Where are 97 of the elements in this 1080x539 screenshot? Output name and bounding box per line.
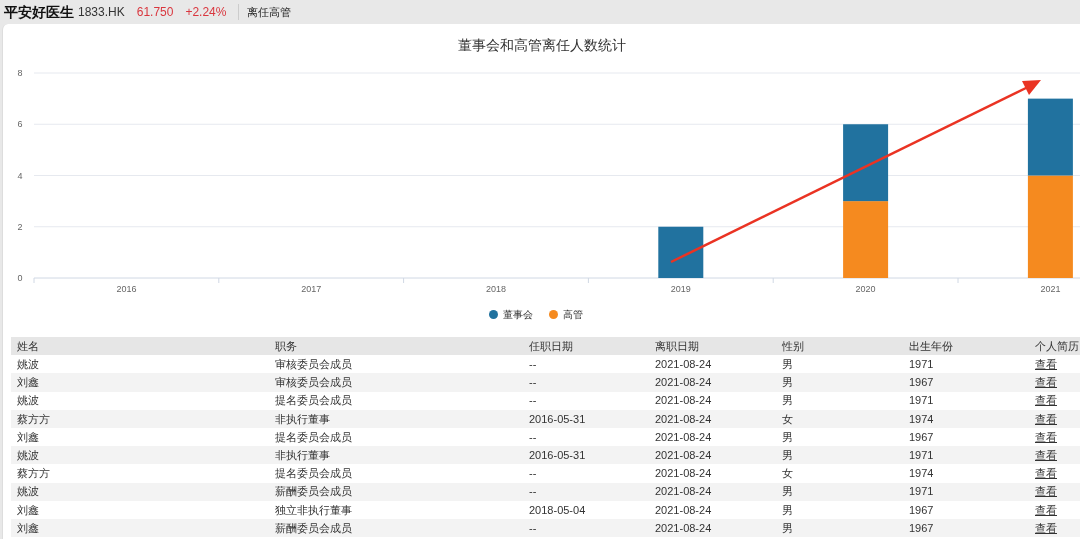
table-cell-text: -- [529, 466, 538, 482]
table-cell-text: 蔡方方 [17, 411, 51, 427]
table-cell-text: -- [529, 429, 538, 445]
column-header: 任职日期 [529, 338, 574, 354]
table-cell-text: 薪酬委员会成员 [275, 520, 353, 536]
table-cell-text: 2021-08-24 [655, 447, 713, 463]
table-cell-text: 审核委员会成员 [275, 375, 353, 391]
table-cell-text: 提名委员会成员 [275, 429, 353, 445]
table-cell-text: 姚波 [17, 393, 40, 409]
table-cell-text: 2018-05-04 [529, 502, 587, 518]
axis-label: 2021 [1040, 284, 1061, 294]
table-cell-text: 男 [782, 447, 794, 463]
table-cell-text: 1971 [909, 447, 935, 463]
table-cell-text: 刘鑫 [17, 520, 40, 536]
view-link[interactable]: 查看 [1035, 501, 1057, 519]
table-cell-text: 2021-08-24 [655, 429, 713, 445]
column-header: 出生年份 [909, 338, 954, 354]
view-link[interactable]: 查看 [1035, 410, 1057, 428]
table-cell-text: 审核委员会成员 [275, 357, 353, 373]
stock-code: 1833.HK [78, 4, 125, 21]
table-cell-text: 1967 [909, 375, 935, 391]
legend-label: 董事会 [502, 307, 533, 322]
table-cell-text: 男 [782, 520, 794, 536]
table-cell-text: 2021-08-24 [655, 375, 713, 391]
table-cell-text: 1967 [909, 502, 935, 518]
table-cell-text: 薪酬委员会成员 [275, 484, 353, 500]
table-cell-text: 1967 [909, 429, 935, 445]
table-cell-text: 提名委员会成员 [275, 393, 353, 409]
stock-name: 平安好医生 [4, 2, 74, 22]
table-cell-text: 2021-08-24 [655, 411, 713, 427]
chart-title: 董事会和高管离任人数统计 [457, 36, 626, 55]
table-cell-text: 姚波 [17, 447, 40, 463]
table-cell-text: 刘鑫 [17, 375, 40, 391]
table-cell-text: -- [529, 375, 538, 391]
column-header: 离职日期 [655, 338, 700, 354]
table-cell-text: 独立非执行董事 [275, 502, 353, 518]
table-cell-text: 姚波 [17, 357, 40, 373]
axis-label: 2 [17, 221, 23, 232]
table-cell-text: 2016-05-31 [529, 447, 587, 463]
axis-label: 6 [17, 119, 23, 130]
view-link[interactable]: 查看 [1035, 483, 1057, 500]
legend-label: 高管 [562, 307, 583, 322]
page-title: 离任高管 [247, 4, 292, 20]
table-cell-text: 2021-08-24 [655, 520, 713, 536]
table-cell-text: 女 [782, 466, 794, 482]
view-link[interactable]: 查看 [1035, 519, 1057, 537]
table-cell-text: 姚波 [17, 484, 40, 500]
view-link[interactable]: 查看 [1035, 374, 1057, 391]
table-cell-text: 刘鑫 [17, 429, 40, 445]
column-header: 姓名 [17, 338, 40, 354]
table-cell-text: 刘鑫 [17, 502, 40, 518]
table-cell-text: 2021-08-24 [655, 466, 713, 482]
view-link[interactable]: 查看 [1035, 446, 1057, 464]
table-cell-text: 男 [782, 393, 794, 409]
table-cell-text: 1971 [909, 357, 935, 373]
axis-label: 2017 [301, 284, 322, 294]
view-link[interactable]: 查看 [1035, 465, 1057, 482]
table-cell-text: 1974 [909, 411, 935, 427]
table-cell-text: 男 [782, 357, 794, 373]
table-cell-text: 2021-08-24 [655, 357, 713, 373]
bar [658, 226, 704, 278]
table-cell-text: -- [529, 357, 538, 373]
view-link[interactable]: 查看 [1035, 428, 1057, 446]
table-cell-text: 2016-05-31 [529, 411, 587, 427]
table-cell-text: 2021-08-24 [655, 484, 713, 500]
table-cell-text: 非执行董事 [275, 411, 331, 427]
stock-price: 61.750 [136, 4, 174, 21]
table-cell-text: 男 [782, 484, 794, 500]
table-cell-text: 2021-08-24 [655, 502, 713, 518]
table-cell-text: 1974 [909, 466, 935, 482]
axis-label: 0 [17, 273, 23, 283]
view-link[interactable]: 查看 [1035, 392, 1057, 409]
axis-label: 2018 [486, 284, 506, 294]
table-cell-text: 男 [782, 375, 794, 391]
table-cell-text: 女 [782, 411, 794, 427]
column-header: 职务 [275, 338, 298, 354]
table-cell-text: -- [529, 484, 538, 500]
table-cell-text: -- [529, 393, 538, 409]
axis-label: 8 [17, 68, 23, 78]
table-cell-text: 2021-08-24 [655, 393, 713, 409]
table-cell-text: 蔡方方 [17, 466, 51, 482]
axis-label: 2020 [855, 284, 876, 294]
axis-label: 2019 [670, 284, 691, 294]
table-cell-text: -- [529, 520, 538, 536]
price-change: +2.24% [185, 4, 227, 21]
table-cell-text: 提名委员会成员 [275, 466, 353, 482]
column-header: 性别 [782, 338, 805, 354]
table-cell-text: 男 [782, 502, 794, 518]
view-link[interactable]: 查看 [1035, 356, 1057, 373]
column-header: 个人简历 [1035, 338, 1080, 354]
table-cell-text: 1971 [909, 393, 935, 409]
table-cell-text: 非执行董事 [275, 447, 331, 463]
table-cell-text: 1967 [909, 520, 935, 536]
table-cell-text: 男 [782, 429, 794, 445]
axis-label: 2016 [116, 284, 137, 294]
axis-label: 4 [17, 170, 23, 181]
table-cell-text: 1971 [909, 484, 935, 500]
